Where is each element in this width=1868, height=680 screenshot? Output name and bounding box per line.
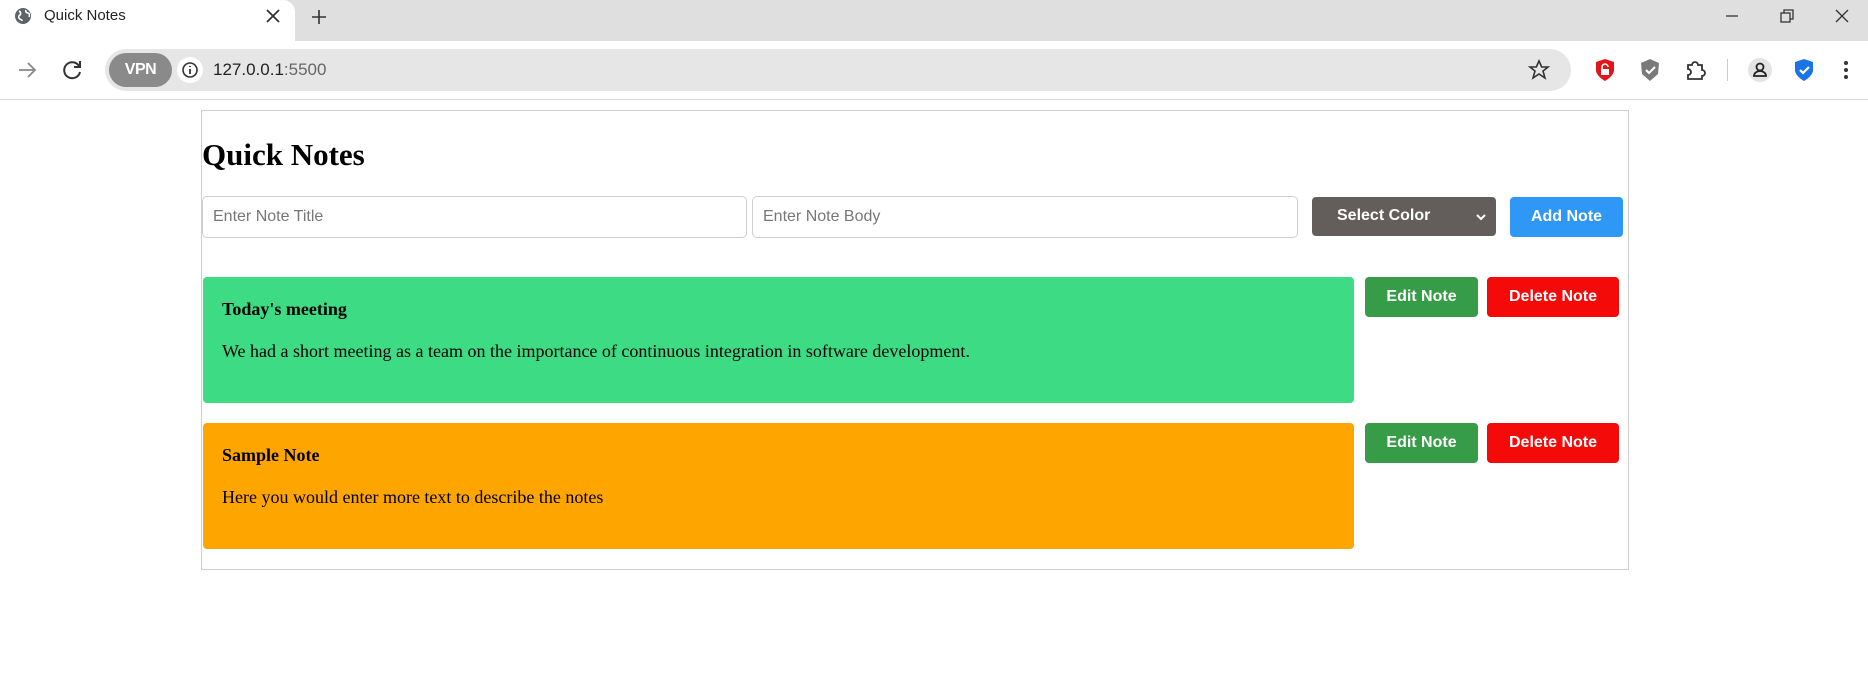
color-select[interactable]: Select Color [1312,197,1496,236]
toolbar-divider [1727,59,1728,81]
tab-title: Quick Notes [44,7,126,24]
url-port: :5500 [283,60,327,79]
close-window-icon[interactable] [1831,5,1853,27]
red-lock-extension-icon[interactable] [1592,57,1618,83]
note-title-input[interactable] [202,196,747,238]
note-body: Here you would enter more text to descri… [222,487,604,507]
note-body-input[interactable] [752,196,1298,238]
reload-icon[interactable] [59,57,85,83]
browser-tab-bar: Quick Notes [0,0,1868,41]
chevron-down-icon [1475,210,1487,222]
bookmark-star-icon[interactable] [1527,58,1551,82]
url-text[interactable]: 127.0.0.1:5500 [213,60,326,80]
minimize-icon[interactable] [1721,5,1743,27]
address-bar[interactable]: VPN 127.0.0.1:5500 [105,49,1571,91]
globe-icon [14,7,32,25]
blue-shield-extension-icon[interactable] [1791,57,1817,83]
close-tab-icon[interactable] [263,6,283,26]
note-title: Sample Note [222,445,320,465]
restore-icon[interactable] [1776,5,1798,27]
forward-icon[interactable] [14,57,40,83]
url-host: 127.0.0.1 [213,60,284,79]
notes-app-container: Quick Notes Select Color Add Note Today'… [201,110,1629,570]
note-body: We had a short meeting as a team on the … [222,341,970,361]
page-title: Quick Notes [202,137,365,172]
note-title: Today's meeting [222,299,347,319]
add-note-button[interactable]: Add Note [1510,197,1623,237]
edit-note-button[interactable]: Edit Note [1365,277,1478,317]
vpn-button[interactable]: VPN [109,53,172,87]
color-select-label: Select Color [1337,207,1431,224]
site-info-icon[interactable] [177,57,203,83]
browser-tab[interactable]: Quick Notes [0,0,295,41]
grey-shield-extension-icon[interactable] [1637,57,1663,83]
delete-note-button[interactable]: Delete Note [1487,277,1619,317]
profile-icon[interactable] [1747,57,1773,83]
edit-note-button[interactable]: Edit Note [1365,423,1478,463]
note-card: Sample Note Here you would enter more te… [203,423,1354,549]
browser-toolbar: VPN 127.0.0.1:5500 [0,41,1868,100]
extensions-puzzle-icon[interactable] [1682,57,1708,83]
menu-kebab-icon[interactable] [1833,57,1859,83]
delete-note-button[interactable]: Delete Note [1487,423,1619,463]
note-card: Today's meeting We had a short meeting a… [203,277,1354,403]
new-tab-icon[interactable] [308,6,330,28]
